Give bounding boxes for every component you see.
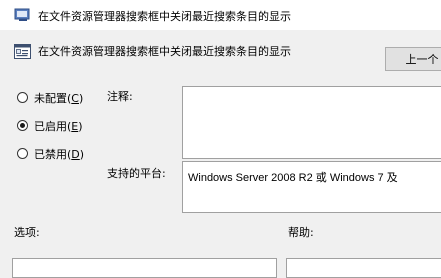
radio-circle[interactable] (17, 92, 28, 103)
title-bar: 在文件资源管理器搜索框中关闭最近搜索条目的显示 (0, 0, 441, 30)
window-title: 在文件资源管理器搜索框中关闭最近搜索条目的显示 (38, 10, 291, 23)
supported-platform-value: Windows Server 2008 R2 或 Windows 7 及 (188, 172, 398, 184)
options-panel[interactable] (12, 258, 277, 278)
radio-circle-checked[interactable] (17, 120, 28, 131)
supported-platform-box[interactable]: Windows Server 2008 R2 或 Windows 7 及 (182, 161, 441, 213)
setting-title: 在文件资源管理器搜索框中关闭最近搜索条目的显示 (38, 45, 291, 58)
options-label: 选项: (14, 226, 40, 239)
supported-platform-label: 支持的平台: (107, 167, 166, 180)
help-panel[interactable] (286, 258, 441, 278)
comment-textarea[interactable] (182, 86, 441, 159)
comment-label: 注释: (107, 90, 133, 103)
radio-circle[interactable] (17, 148, 28, 159)
policy-window-icon (14, 8, 30, 21)
help-label: 帮助: (288, 226, 314, 239)
setting-icon (14, 44, 31, 59)
previous-setting-button[interactable]: 上一个 (385, 47, 441, 71)
